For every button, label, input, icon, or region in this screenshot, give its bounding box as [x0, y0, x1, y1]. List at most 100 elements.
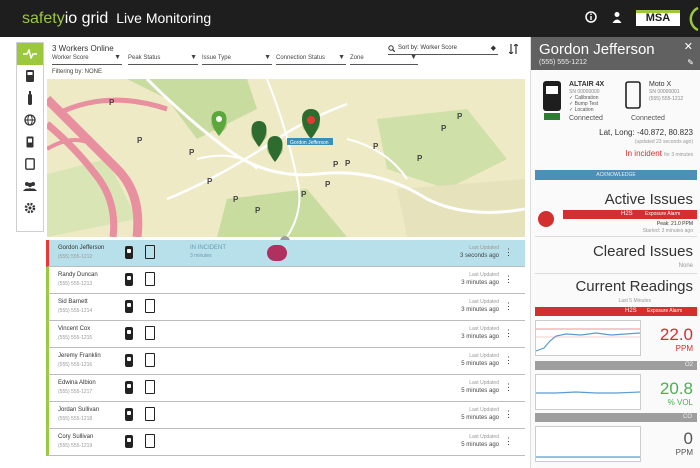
live-map[interactable]: PPP PPP PPP PPP PP Gordon Jefferson	[47, 79, 525, 237]
row-menu-icon[interactable]: ⋮	[504, 274, 513, 285]
edit-icon[interactable]: ✎	[687, 58, 694, 67]
worker-status-time: 3 minutes	[190, 253, 212, 259]
sort-select[interactable]: Sort by: Worker Score ◆	[388, 45, 498, 55]
cleared-issues-none: None	[678, 263, 693, 269]
filtering-by: Filtering by: NONE	[52, 69, 103, 75]
settings-icon[interactable]	[17, 197, 43, 219]
worker-name: Randy Duncan	[58, 272, 98, 278]
filter-issue-type[interactable]: Issue Type ▼	[202, 54, 272, 65]
tablet-icon[interactable]	[17, 153, 43, 175]
issue-alert-icon	[538, 211, 554, 227]
last-updated-time: 5 minutes ago	[461, 361, 499, 367]
row-menu-icon[interactable]: ⋮	[504, 382, 513, 393]
active-issue-gas: H2S	[621, 211, 633, 217]
last-updated-time: 3 minutes ago	[461, 280, 499, 286]
app-brand[interactable]: safetyio grid Live Monitoring	[22, 10, 211, 28]
team-icon[interactable]	[17, 175, 43, 197]
worker-name: Sid Barnett	[58, 299, 88, 305]
lat-long: Lat, Long: -40.872, 80.823	[599, 128, 693, 137]
svg-text:P: P	[333, 160, 339, 169]
gas-detector-icon	[543, 81, 561, 120]
page-title: Live Monitoring	[116, 10, 212, 26]
h2s-sparkline	[535, 328, 641, 352]
current-readings-title: Current Readings	[575, 278, 693, 295]
reading-o2-unit: % VOL	[667, 398, 693, 407]
reading-o2-value: 20.8	[659, 379, 693, 398]
gas-detector-icon	[125, 327, 133, 340]
reading-alarm-label: Exposure Alarm	[647, 308, 683, 314]
worker-row-randy-duncan[interactable]: Randy Duncan (555) 555-1213 Last Updated…	[46, 267, 525, 294]
device-icon[interactable]	[17, 65, 43, 87]
filter-connection-status[interactable]: Connection Status ▼	[276, 54, 346, 65]
worker-row-gordon-jefferson[interactable]: Gordon Jefferson (555) 555-1212 IN INCID…	[46, 240, 525, 267]
reading-co-chart	[535, 426, 641, 462]
filter-peak-status[interactable]: Peak Status ▼	[128, 54, 198, 65]
incident-alert-icon	[267, 245, 287, 261]
phone-icon	[145, 326, 155, 340]
gas-cylinder-icon[interactable]	[17, 87, 43, 109]
last-updated-label: Last Updated	[469, 380, 499, 386]
svg-text:P: P	[233, 195, 239, 204]
worker-phone: (555) 555-1213	[58, 281, 93, 287]
device2-phone: (555) 555-1212	[649, 96, 684, 102]
worker-row-edwina-albion[interactable]: Edwina Albion (555) 555-1217 Last Update…	[46, 375, 525, 402]
active-issue-started: Started: 3 minutes ago	[642, 228, 693, 234]
phone-icon	[145, 407, 155, 421]
incident-label: In incident	[625, 149, 662, 158]
worker-row-jordan-sullivan[interactable]: Jordan Sullivan (555) 555-1218 Last Upda…	[46, 402, 525, 429]
row-menu-icon[interactable]: ⋮	[504, 328, 513, 339]
device1-title: ALTAIR 4X	[569, 81, 605, 88]
user-icon[interactable]	[610, 11, 624, 25]
filter-label: Connection Status	[276, 55, 326, 61]
worker-row-jeremy-franklin[interactable]: Jeremy Franklin (555) 555-1216 Last Upda…	[46, 348, 525, 375]
filter-zone[interactable]: Zone ▼	[350, 54, 418, 65]
last-updated-label: Last Updated	[469, 407, 499, 413]
worker-phone: (555) 555-1219	[58, 443, 93, 449]
reading-h2s-chart	[535, 320, 641, 356]
active-issue-peak: Peak: 21.0 PPM	[656, 221, 693, 227]
worker-phone: (555) 555-1217	[58, 389, 93, 395]
worker-row-vincent-cox[interactable]: Vincent Cox (555) 555-1215 Last Updated …	[46, 321, 525, 348]
row-menu-icon[interactable]: ⋮	[504, 247, 513, 258]
phone-icon	[145, 245, 155, 259]
worker-list: Gordon Jefferson (555) 555-1212 IN INCID…	[46, 240, 525, 456]
reading-o2-chart	[535, 374, 641, 410]
last-updated-time: 3 minutes ago	[461, 307, 499, 313]
svg-text:P: P	[255, 206, 261, 215]
worker-row-sid-barnett[interactable]: Sid Barnett (555) 555-1214 Last Updated …	[46, 294, 525, 321]
caret-down-icon: ▼	[338, 54, 345, 61]
row-menu-icon[interactable]: ⋮	[504, 355, 513, 366]
device1-location: ✓ Location	[569, 107, 594, 113]
globe-icon[interactable]	[17, 109, 43, 131]
caret-down-icon: ▼	[410, 54, 417, 61]
acknowledge-button[interactable]: ACKNOWLEDGE	[535, 170, 697, 180]
worker-row-cory-sullivan[interactable]: Cory Sullivan (555) 555-1219 Last Update…	[46, 429, 525, 456]
activity-icon[interactable]	[17, 43, 43, 65]
divider	[535, 236, 697, 237]
workers-online-count: 3 Workers Online	[52, 44, 114, 53]
device2-serial: SN 00000001	[649, 89, 680, 95]
gas-detector-icon	[125, 246, 133, 259]
worker-phone: (555) 555-1214	[58, 308, 93, 314]
panel-worker-phone: (555) 555-1212	[539, 59, 587, 66]
close-icon[interactable]: ✕	[684, 40, 693, 53]
active-issue-bar[interactable]: H2S Exposure Alarm	[563, 210, 697, 219]
msa-logo-accent	[636, 10, 680, 13]
reading-gas: CO	[683, 414, 692, 420]
filter-worker-score[interactable]: Worker Score ▼	[52, 54, 122, 65]
svg-text:P: P	[137, 136, 143, 145]
svg-text:P: P	[301, 190, 307, 199]
sort-direction-icon[interactable]	[509, 44, 518, 54]
sort-label: Sort by: Worker Score	[398, 45, 457, 51]
svg-text:P: P	[325, 180, 331, 189]
row-menu-icon[interactable]: ⋮	[504, 409, 513, 420]
info-icon[interactable]	[584, 11, 598, 25]
phone-icon[interactable]	[17, 131, 43, 153]
last-updated-time: 5 minutes ago	[461, 388, 499, 394]
caret-down-icon: ▼	[190, 54, 197, 61]
row-menu-icon[interactable]: ⋮	[504, 301, 513, 312]
incident-status: In incident for 3 minutes	[625, 149, 693, 158]
row-menu-icon[interactable]: ⋮	[504, 436, 513, 447]
reading-h2s-bar: H2S Exposure Alarm	[535, 307, 697, 316]
phone-icon	[625, 81, 641, 109]
